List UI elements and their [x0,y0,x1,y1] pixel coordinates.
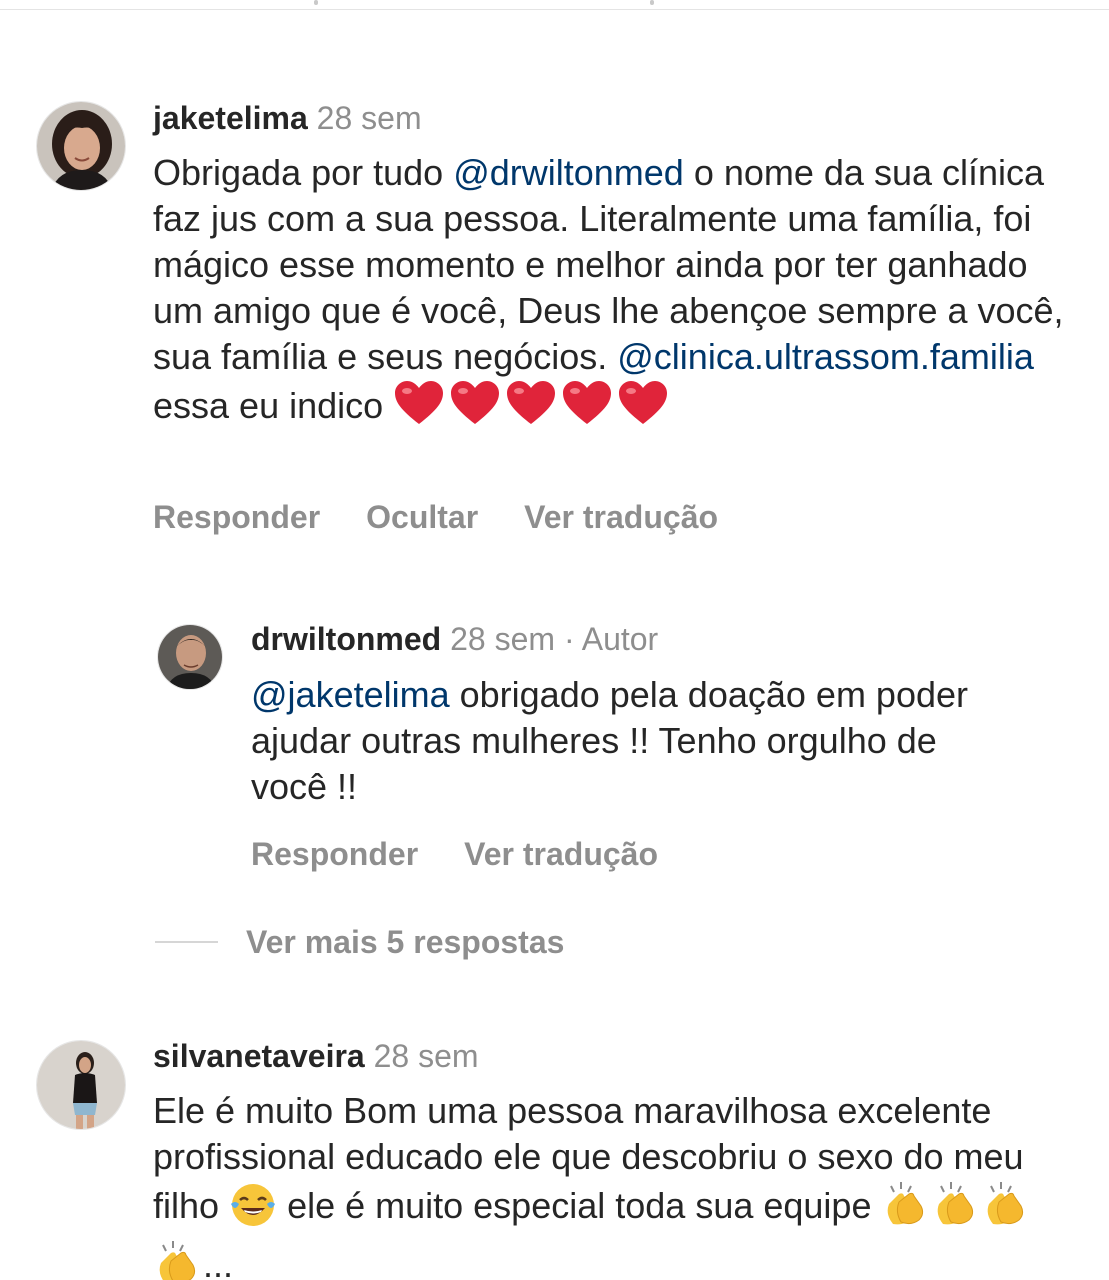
hide-button[interactable]: Ocultar [366,499,478,535]
clapping-hands-emoji [881,1180,931,1239]
text-segment: Obrigada por tudo [153,152,454,193]
mention-link[interactable]: @drwiltonmed [453,152,684,193]
avatar-drwiltonmed[interactable] [157,624,223,690]
mention-link[interactable]: @clinica.ultrassom.familia [617,336,1034,377]
clapping-hands-emoji [981,1180,1031,1239]
author-label: · Autor [563,621,659,657]
timestamp: 28 sem [450,621,556,657]
avatar-jaketelima[interactable] [36,101,126,191]
comment-header: jaketelima 28 sem [153,100,422,136]
mention-link[interactable]: @jaketelima [251,674,450,715]
divider [0,9,1109,10]
heart-emoji [561,380,613,437]
timestamp: 28 sem [316,100,422,136]
translate-button[interactable]: Ver tradução [464,836,658,872]
reply-header: drwiltonmed 28 sem · Autor [251,621,658,657]
username[interactable]: drwiltonmed [251,621,441,657]
cut-glyph [314,0,318,5]
laughing-tears-emoji [229,1182,277,1239]
view-more-replies-button[interactable]: Ver mais 5 respostas [246,924,564,960]
clapping-hands-emoji [153,1239,203,1280]
timestamp: 28 sem [373,1038,479,1074]
reply-button[interactable]: Responder [251,836,418,872]
username[interactable]: silvanetaveira [153,1038,365,1074]
heart-emoji [449,380,501,437]
username[interactable]: jaketelima [153,100,308,136]
ellipsis: ... [203,1244,234,1280]
comment-text: Ele é muito Bom uma pessoa maravilhosa e… [153,1088,1053,1280]
comment-actions: Responder Ocultar Ver tradução [153,499,764,535]
replies-divider-line [155,941,218,943]
heart-emoji [505,380,557,437]
comment-header: silvanetaveira 28 sem [153,1038,479,1074]
comment-text: Obrigada por tudo @drwiltonmed o nome da… [153,150,1073,437]
text-segment: essa eu indico [153,385,384,426]
reply-text: @jaketelima obrigado pela doação em pode… [251,672,991,810]
heart-emoji [617,380,669,437]
reply-button[interactable]: Responder [153,499,320,535]
comments-page: jaketelima 28 sem Obrigada por tudo @drw… [0,0,1109,1280]
heart-emoji [393,380,445,437]
cut-glyph [650,0,654,5]
translate-button[interactable]: Ver tradução [524,499,718,535]
text-segment: ele é muito especial toda sua equipe [277,1185,872,1226]
avatar-silvanetaveira[interactable] [36,1040,126,1130]
reply-actions: Responder Ver tradução [251,836,704,872]
clapping-hands-emoji [931,1180,981,1239]
